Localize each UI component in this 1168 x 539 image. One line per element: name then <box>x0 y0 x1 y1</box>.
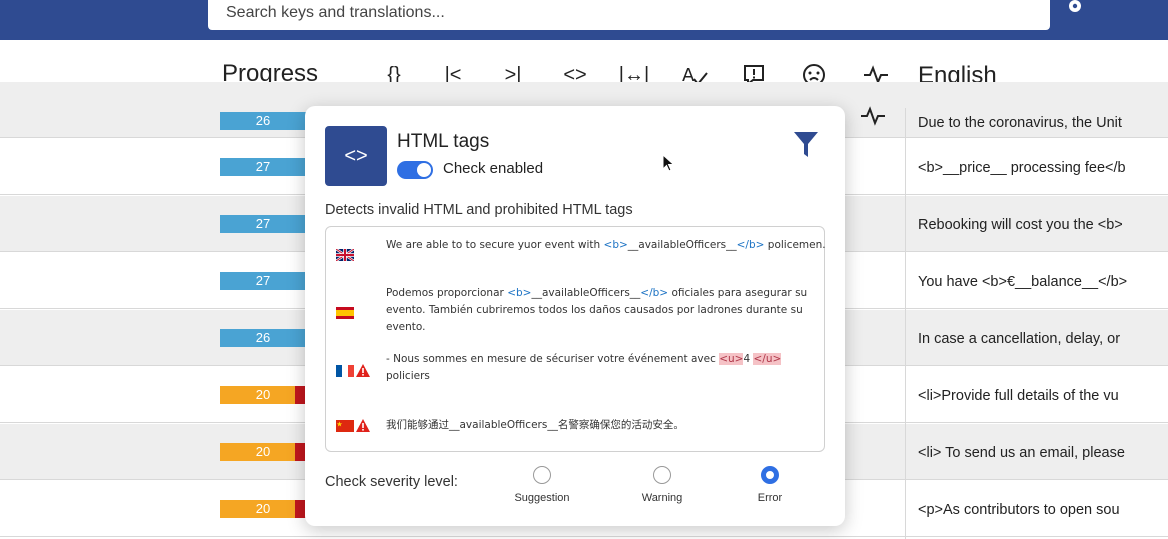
progress-badge: 20 <box>220 500 306 518</box>
english-cell[interactable]: <p>As contributors to open sou <box>918 502 1120 518</box>
severity-error-label: Error <box>757 492 783 504</box>
uk-flag-icon <box>336 249 354 261</box>
html-tags-icon: <> <box>325 126 387 186</box>
severity-suggestion-label: Suggestion <box>514 492 570 504</box>
sample-text: - Nous sommes en mesure de sécuriser vot… <box>386 353 782 382</box>
sample-list: We are able to to secure yuor event with… <box>325 226 826 452</box>
english-cell[interactable]: <li>Provide full details of the vu <box>918 388 1119 404</box>
progress-badge: 20 <box>220 443 306 461</box>
warning-icon <box>356 364 370 377</box>
progress-badge: 27 <box>220 272 306 290</box>
severity-warning-label: Warning <box>641 492 683 504</box>
english-cell[interactable]: You have <b>€__balance__</b> <box>918 274 1127 290</box>
sample-text: 我们能够通过__availableOfficers__名警察确保您的活动安全。 <box>386 419 684 431</box>
sample-text: Podemos proporcionar <b>__availableOffic… <box>386 287 808 333</box>
progress-badge: 27 <box>220 215 306 233</box>
check-enabled-label: Check enabled <box>443 160 544 177</box>
progress-badge: 27 <box>220 158 306 176</box>
warning-icon <box>356 419 370 432</box>
severity-suggestion-radio[interactable] <box>533 466 551 484</box>
mouse-cursor-icon <box>662 154 675 172</box>
english-cell[interactable]: <b>__price__ processing fee</b <box>918 160 1126 176</box>
france-flag-icon <box>336 365 354 377</box>
spain-flag-icon <box>336 307 354 319</box>
progress-badge: 26 <box>220 329 306 347</box>
severity-label: Check severity level: <box>325 474 458 490</box>
progress-badge: 26 <box>220 112 306 130</box>
check-description: Detects invalid HTML and prohibited HTML… <box>325 202 633 218</box>
english-cell[interactable]: In case a cancellation, delay, or <box>918 331 1120 347</box>
toggle-knob <box>417 163 431 177</box>
check-settings-popup: <> HTML tags Check enabled Detects inval… <box>305 106 845 526</box>
china-flag-icon <box>336 420 354 432</box>
sample-text: We are able to to secure yuor event with… <box>386 239 826 251</box>
top-bar: Search keys and translations... <box>0 0 1168 40</box>
gear-icon[interactable] <box>1065 0 1085 20</box>
search-input[interactable]: Search keys and translations... <box>208 0 1050 30</box>
column-divider <box>905 108 906 539</box>
english-cell[interactable]: <li> To send us an email, please <box>918 445 1125 461</box>
english-cell[interactable]: Rebooking will cost you the <b> <box>918 217 1123 233</box>
english-cell[interactable]: Due to the coronavirus, the Unit <box>918 115 1122 131</box>
severity-error-radio[interactable] <box>761 466 779 484</box>
pulse-icon <box>860 106 886 132</box>
filter-icon[interactable] <box>793 130 819 160</box>
popup-title: HTML tags <box>397 131 490 152</box>
check-enabled-toggle[interactable] <box>397 161 433 179</box>
progress-badge: 20 <box>220 386 306 404</box>
severity-warning-radio[interactable] <box>653 466 671 484</box>
